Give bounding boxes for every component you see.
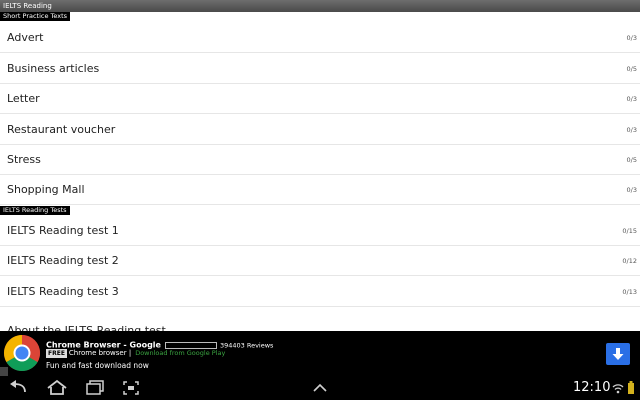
list-item[interactable]: Stress 0/5 <box>0 145 640 175</box>
list-item-label: Business articles <box>7 62 100 75</box>
list-item[interactable]: Advert 0/3 <box>0 23 640 53</box>
section-header-short-practice: Short Practice Texts <box>0 12 71 21</box>
ad-corner-tab <box>0 367 8 376</box>
list-item-count: 0/15 <box>622 227 637 235</box>
ad-tagline: Fun and fast download now <box>46 361 149 370</box>
list-item-label: Letter <box>7 92 40 105</box>
list-item-label: Restaurant voucher <box>7 123 116 136</box>
battery-icon <box>628 381 634 394</box>
chevron-up-icon[interactable] <box>310 379 330 397</box>
list-item[interactable]: Letter 0/3 <box>0 84 640 114</box>
download-button[interactable] <box>606 343 630 365</box>
list-item-label: Stress <box>7 153 41 166</box>
list-item[interactable]: Restaurant voucher 0/3 <box>0 115 640 145</box>
ad-app-name: Chrome browser | <box>68 349 132 357</box>
list-item-count: 0/3 <box>626 95 637 103</box>
ad-title-line: Chrome Browser - Google 394403 Reviews <box>46 335 274 350</box>
app-title: IELTS Reading <box>3 2 52 10</box>
ad-reviews: 394403 Reviews <box>219 341 274 350</box>
list-item-count: 0/12 <box>622 257 637 265</box>
list-item-count: 0/3 <box>626 126 637 134</box>
list-item[interactable]: IELTS Reading test 1 0/15 <box>0 216 640 246</box>
wifi-icon <box>612 384 624 394</box>
list-item-count: 0/5 <box>626 65 637 73</box>
list-item[interactable]: Business articles 0/5 <box>0 54 640 84</box>
ad-banner[interactable]: Chrome Browser - Google 394403 Reviews FR… <box>0 331 640 376</box>
list-item-label: IELTS Reading test 2 <box>7 254 119 267</box>
section-header-reading-tests: IELTS Reading Tests <box>0 206 70 215</box>
list-item-count: 0/3 <box>626 186 637 194</box>
app-title-bar: IELTS Reading <box>0 0 640 12</box>
list-item-count: 0/5 <box>626 156 637 164</box>
list-item[interactable]: IELTS Reading test 2 0/12 <box>0 246 640 276</box>
back-icon[interactable] <box>8 379 30 397</box>
ad-store-link[interactable]: Download from Google Play <box>135 349 225 357</box>
recent-apps-icon[interactable] <box>84 379 106 397</box>
list-item[interactable]: IELTS Reading test 3 0/13 <box>0 277 640 307</box>
free-badge: FREE <box>46 349 67 358</box>
list-item-label: Advert <box>7 31 44 44</box>
screenshot-icon[interactable] <box>121 379 141 397</box>
system-nav-bar <box>0 376 640 400</box>
list-item-label: Shopping Mall <box>7 183 85 196</box>
chrome-logo-icon <box>3 335 41 372</box>
home-icon[interactable] <box>45 379 69 397</box>
ad-info-line: FREE Chrome browser | Download from Google… <box>46 348 225 359</box>
list-item-label: IELTS Reading test 1 <box>7 224 119 237</box>
status-clock: 12:10 <box>573 380 611 395</box>
list-item[interactable]: Shopping Mall 0/3 <box>0 175 640 205</box>
list-item-label: IELTS Reading test 3 <box>7 285 119 298</box>
list-item-count: 0/3 <box>626 34 637 42</box>
list-item-count: 0/13 <box>622 288 637 296</box>
download-icon <box>612 348 624 360</box>
